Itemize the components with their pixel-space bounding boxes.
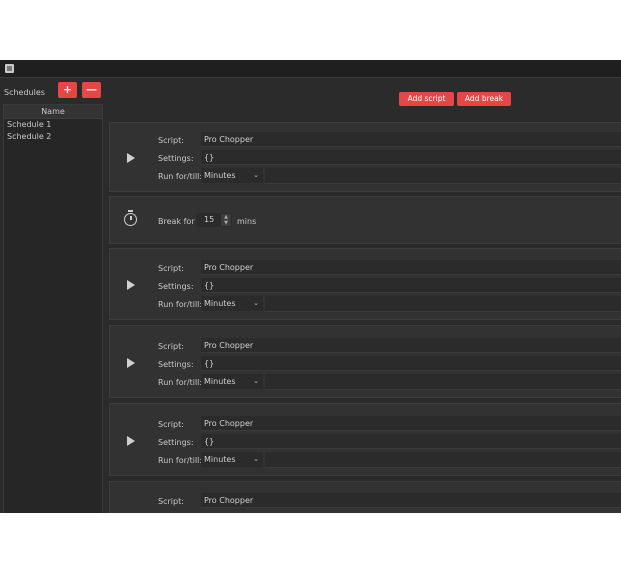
title-bar	[0, 60, 621, 78]
run-for-value-field[interactable]	[265, 168, 621, 184]
run-for-value: Minutes	[204, 377, 236, 386]
schedules-panel: Schedules + — Name Schedule 1 Schedule 2	[0, 78, 104, 513]
run-for-select[interactable]: Minutes ⌄	[201, 296, 263, 311]
settings-label: Settings:	[158, 360, 194, 369]
schedule-list: Name Schedule 1 Schedule 2	[3, 104, 103, 513]
script-label: Script:	[158, 497, 184, 506]
settings-field[interactable]: {}	[201, 356, 621, 371]
settings-label: Settings:	[158, 154, 194, 163]
break-duration-spinner[interactable]: 15 ▲ ▼	[196, 213, 232, 227]
list-item[interactable]: Schedule 1	[4, 119, 102, 131]
add-break-button[interactable]: Add break	[457, 92, 511, 106]
list-item[interactable]: Schedule 2	[4, 131, 102, 143]
break-duration-value: 15	[204, 215, 215, 224]
script-entry: Script: Pro Chopper	[109, 481, 621, 513]
script-field[interactable]: Pro Chopper	[201, 132, 621, 147]
run-for-label: Run for/till:	[158, 456, 203, 465]
run-for-label: Run for/till:	[158, 378, 203, 387]
break-label: Break for	[158, 217, 195, 226]
run-for-label: Run for/till:	[158, 172, 203, 181]
chevron-down-icon: ⌄	[253, 171, 259, 179]
break-entry: Break for 15 ▲ ▼ mins	[109, 196, 621, 244]
script-field[interactable]: Pro Chopper	[201, 493, 621, 508]
script-entry: Script: Pro Chopper Settings: {} Run for…	[109, 325, 621, 398]
play-icon[interactable]	[127, 280, 135, 290]
add-schedule-button[interactable]: +	[58, 82, 77, 98]
settings-field[interactable]: {}	[201, 278, 621, 293]
app-window: Schedules + — Name Schedule 1 Schedule 2…	[0, 60, 621, 513]
run-for-value: Minutes	[204, 299, 236, 308]
column-header-name[interactable]: Name	[4, 105, 102, 119]
schedules-label: Schedules	[4, 88, 45, 97]
run-for-select[interactable]: Minutes ⌄	[201, 452, 263, 467]
settings-field[interactable]: {}	[201, 150, 621, 165]
run-for-label: Run for/till:	[158, 300, 203, 309]
run-for-value-field[interactable]	[265, 296, 621, 312]
settings-field[interactable]: {}	[201, 434, 621, 449]
run-for-value: Minutes	[204, 171, 236, 180]
run-for-select[interactable]: Minutes ⌄	[201, 168, 263, 183]
chevron-down-icon: ⌄	[253, 299, 259, 307]
spinner-arrows-icon[interactable]: ▲ ▼	[221, 214, 231, 226]
remove-schedule-button[interactable]: —	[82, 82, 101, 98]
run-for-value: Minutes	[204, 455, 236, 464]
script-field[interactable]: Pro Chopper	[201, 338, 621, 353]
script-label: Script:	[158, 264, 184, 273]
script-field[interactable]: Pro Chopper	[201, 260, 621, 275]
script-label: Script:	[158, 136, 184, 145]
chevron-down-icon: ⌄	[253, 377, 259, 385]
add-script-button[interactable]: Add script	[399, 92, 454, 106]
settings-label: Settings:	[158, 438, 194, 447]
run-for-select[interactable]: Minutes ⌄	[201, 374, 263, 389]
script-field[interactable]: Pro Chopper	[201, 416, 621, 431]
break-unit: mins	[237, 217, 257, 226]
chevron-down-icon: ⌄	[253, 455, 259, 463]
run-for-value-field[interactable]	[265, 452, 621, 468]
app-icon	[5, 64, 14, 73]
script-entry: Script: Pro Chopper Settings: {} Run for…	[109, 122, 621, 192]
play-icon[interactable]	[127, 358, 135, 368]
script-entry: Script: Pro Chopper Settings: {} Run for…	[109, 403, 621, 476]
script-entry: Script: Pro Chopper Settings: {} Run for…	[109, 248, 621, 320]
run-for-value-field[interactable]	[265, 374, 621, 390]
stopwatch-icon	[124, 210, 137, 226]
script-label: Script:	[158, 420, 184, 429]
play-icon[interactable]	[127, 436, 135, 446]
play-icon[interactable]	[127, 153, 135, 163]
settings-label: Settings:	[158, 282, 194, 291]
script-label: Script:	[158, 342, 184, 351]
